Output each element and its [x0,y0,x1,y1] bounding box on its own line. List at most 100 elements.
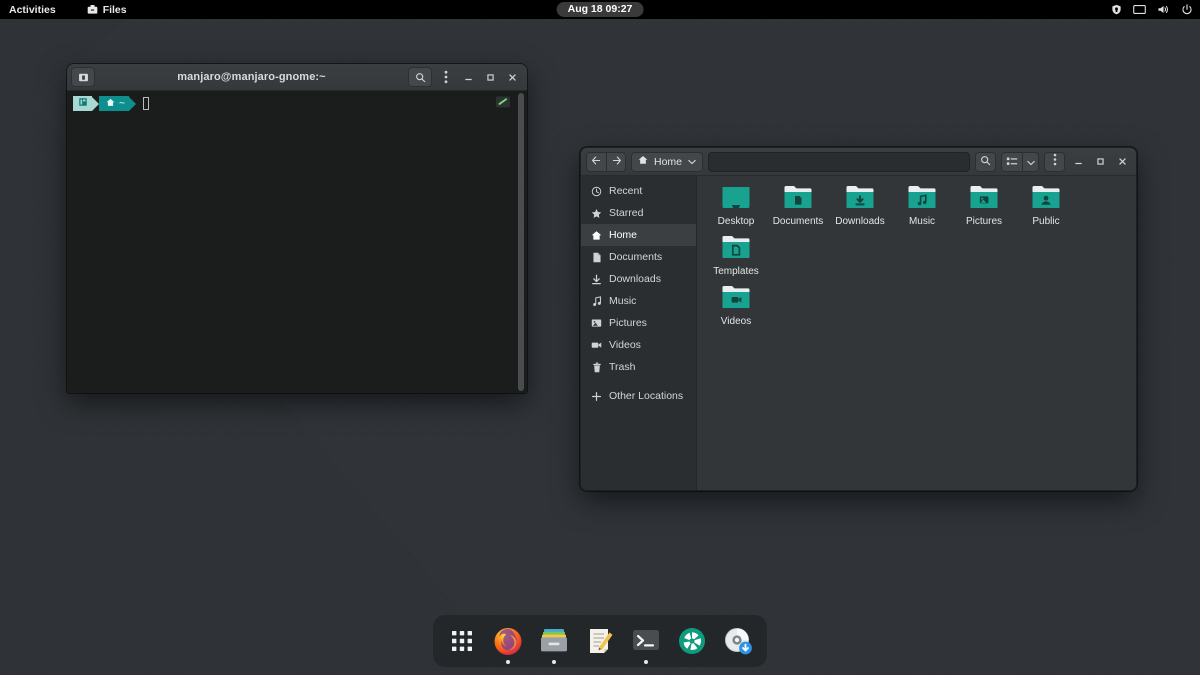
chevron-down-icon [1027,153,1035,171]
clock-label: Aug 18 09:27 [568,3,633,15]
terminal-icon[interactable] [71,67,95,87]
files-window[interactable]: Home [580,147,1137,491]
folder-pictures-icon [969,185,999,211]
file-item-label: Public [1032,216,1059,227]
sidebar-item-label: Recent [609,185,642,197]
sidebar-item-music[interactable]: Music [581,290,696,312]
folder-downloads-icon [845,185,875,211]
sidebar-item-videos[interactable]: Videos [581,334,696,356]
display-icon[interactable] [1133,4,1146,15]
volume-icon[interactable] [1157,4,1170,15]
image-icon [591,318,602,328]
terminal-minimize-button[interactable] [457,67,479,87]
folder-public-icon [1031,185,1061,211]
sidebar-item-pictures[interactable]: Pictures [581,312,696,334]
prompt-arrow-one [92,97,99,111]
top-bar: Activities Files Aug 18 09:27 [0,0,1200,19]
prompt-segment-shell [73,96,92,111]
dock-files[interactable] [535,622,573,660]
terminal-cursor [143,97,149,110]
desktop[interactable]: Activities Files Aug 18 09:27 [0,0,1200,675]
terminal-menu-button[interactable] [435,67,457,87]
files-sidebar[interactable]: Recent Starred Home [581,176,697,491]
sidebar-item-label: Music [609,295,636,307]
plus-icon [591,391,602,402]
dock-text-editor[interactable] [581,622,619,660]
dock-firefox[interactable] [489,622,527,660]
file-item-label: Downloads [835,216,884,227]
dock-manjaro-settings[interactable] [673,622,711,660]
home-icon [638,155,648,168]
sidebar-item-downloads[interactable]: Downloads [581,268,696,290]
back-button[interactable] [586,152,606,172]
files-body: Recent Starred Home [581,176,1136,491]
view-mode-group[interactable] [1001,152,1039,172]
dock-software-installer[interactable] [719,622,757,660]
folder-music-icon [907,185,937,211]
file-item-public[interactable]: Public [1015,185,1077,227]
files-maximize-button[interactable] [1092,152,1109,172]
file-item-label: Music [909,216,935,227]
file-item-label: Documents [773,216,824,227]
sidebar-item-home[interactable]: Home [581,224,696,246]
sidebar-item-documents[interactable]: Documents [581,246,696,268]
terminal-window[interactable]: manjaro@manjaro-gnome:~ [67,64,527,393]
file-item-downloads[interactable]: Downloads [829,185,891,227]
power-icon[interactable] [1181,4,1193,16]
sidebar-item-starred[interactable]: Starred [581,202,696,224]
app-menu-label: Files [103,4,127,16]
shield-icon[interactable] [1111,4,1122,15]
home-icon [106,98,115,110]
sidebar-item-trash[interactable]: Trash [581,356,696,378]
file-item-label: Pictures [966,216,1002,227]
clock-button[interactable]: Aug 18 09:27 [557,2,644,17]
arrow-left-icon [591,153,602,171]
folder-desktop-icon [721,185,751,211]
dock[interactable] [433,615,767,667]
navigation-buttons[interactable] [586,152,626,172]
sidebar-item-label: Trash [609,361,635,373]
terminal-scrollbar[interactable] [518,93,524,391]
star-icon [591,208,602,219]
file-item-videos[interactable]: Videos [705,285,767,327]
file-item-documents[interactable]: Documents [767,185,829,227]
activities-button[interactable]: Activities [0,0,65,19]
terminal-maximize-button[interactable] [479,67,501,87]
sidebar-item-label: Videos [609,339,641,351]
location-entry[interactable] [708,152,970,172]
files-search-button[interactable] [975,152,996,172]
files-headerbar[interactable]: Home [581,148,1136,176]
trash-icon [591,362,602,373]
prompt-path-text: ~ [119,98,125,109]
forward-button[interactable] [606,152,626,172]
file-item-pictures[interactable]: Pictures [953,185,1015,227]
sidebar-item-other-locations[interactable]: Other Locations [581,385,696,407]
view-dropdown-button[interactable] [1022,152,1039,172]
home-icon [591,230,602,241]
terminal-search-button[interactable] [408,67,432,87]
files-menu-button[interactable] [1044,152,1065,172]
folder-videos-icon [721,285,751,311]
sidebar-item-label: Starred [609,207,643,219]
terminal-screen[interactable]: ~ [67,91,527,393]
music-icon [591,296,602,307]
list-view-icon[interactable] [1001,152,1022,172]
file-item-templates[interactable]: Templates [705,235,767,277]
dock-terminal[interactable] [627,622,665,660]
files-icon-view[interactable]: Desktop Documents [697,176,1136,491]
terminal-titlebar[interactable]: manjaro@manjaro-gnome:~ [67,64,527,91]
files-minimize-button[interactable] [1070,152,1087,172]
sidebar-item-label: Home [609,229,637,241]
terminal-close-button[interactable] [501,67,523,87]
dock-show-applications[interactable] [443,622,481,660]
path-bar-home-button[interactable]: Home [631,152,703,172]
system-status-area[interactable] [1111,0,1193,19]
sidebar-item-label: Pictures [609,317,647,329]
app-menu-button[interactable]: Files [78,0,136,19]
sidebar-item-recent[interactable]: Recent [581,180,696,202]
edit-marker-icon [496,96,510,108]
file-item-desktop[interactable]: Desktop [705,185,767,227]
chevron-down-icon [688,156,696,168]
files-close-button[interactable] [1114,152,1131,172]
file-item-music[interactable]: Music [891,185,953,227]
